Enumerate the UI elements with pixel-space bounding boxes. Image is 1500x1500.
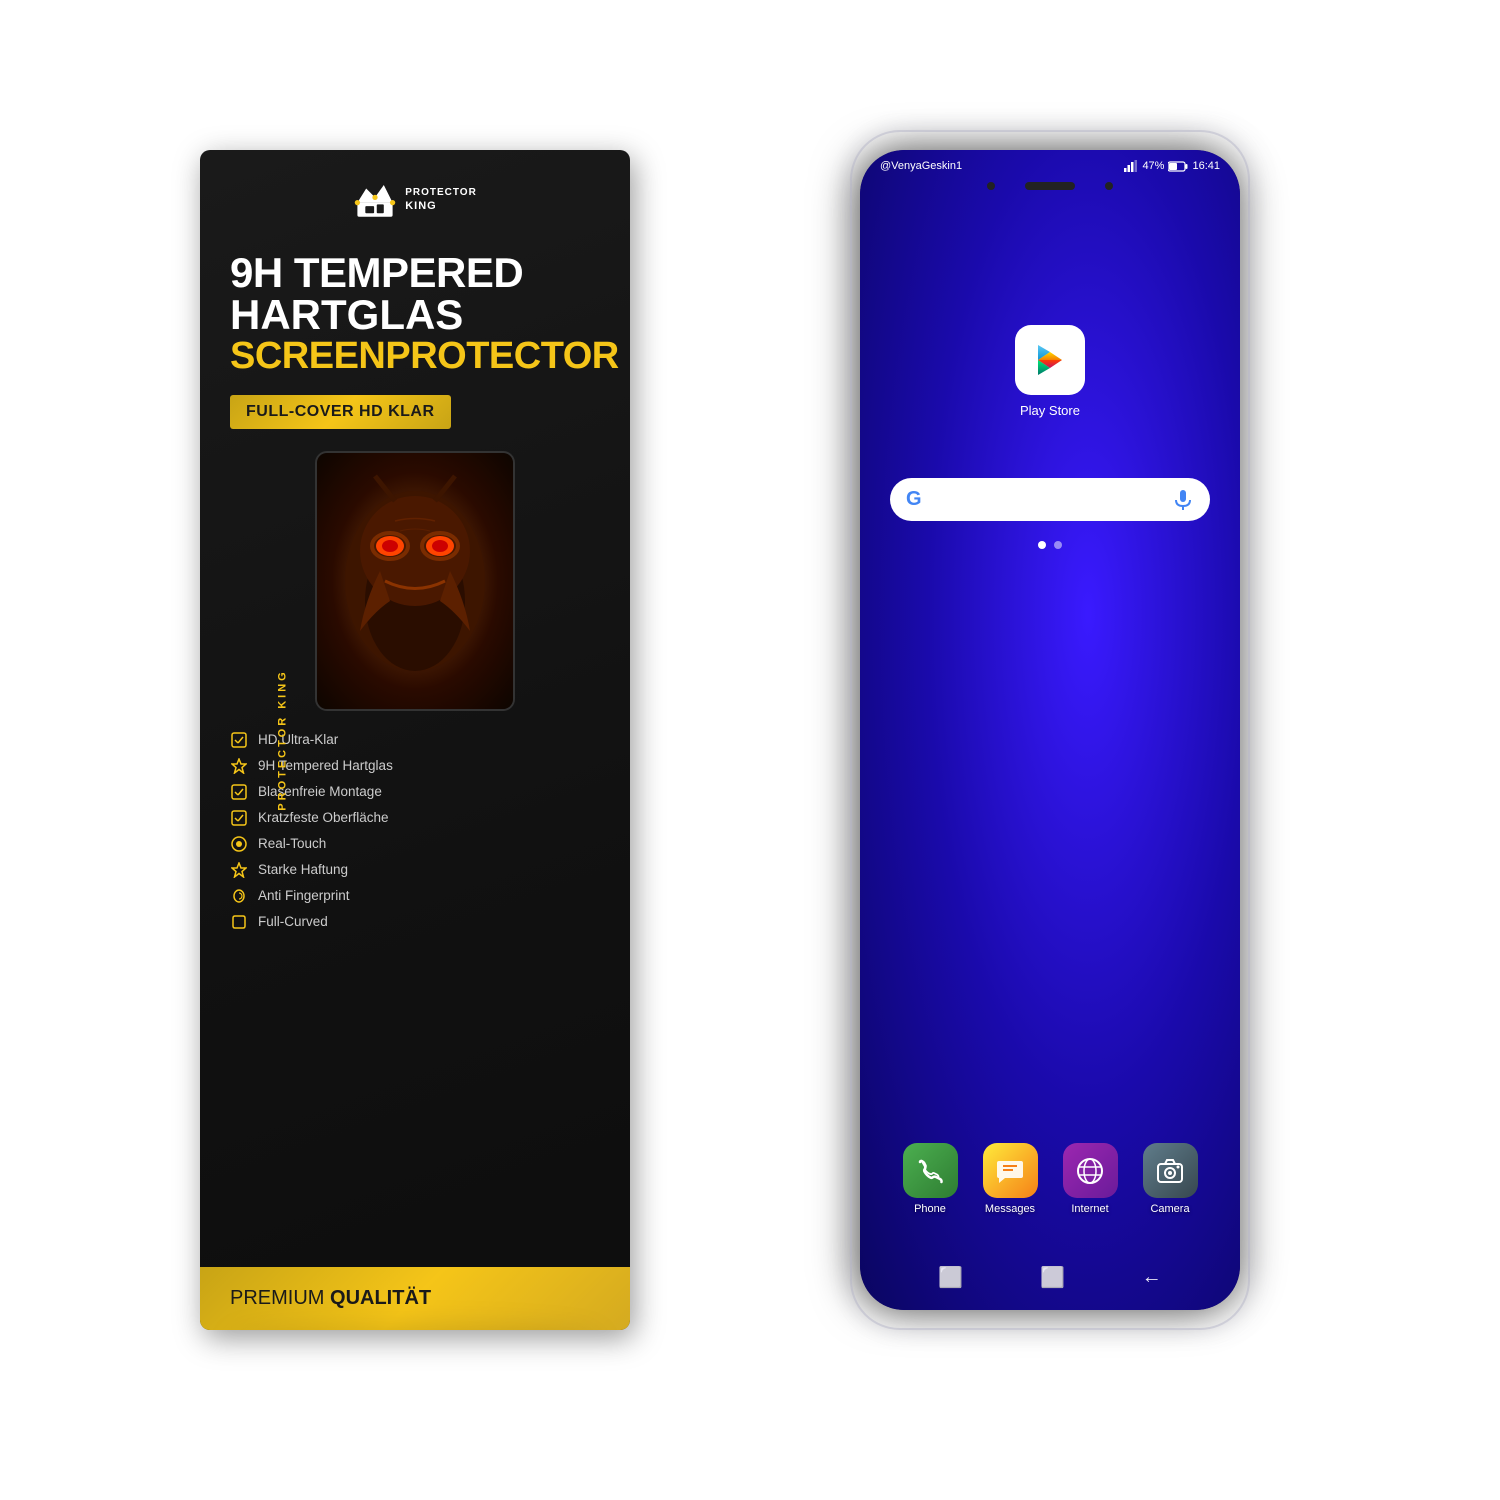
logo-king: KING [405, 199, 477, 213]
box-bottom-gold: PREMIUM QUALITÄT [200, 1267, 630, 1330]
product-image [315, 451, 515, 711]
logo-protector: PROTECTOR [405, 186, 477, 199]
feature-icon-3 [230, 783, 248, 801]
premium-label: PREMIUM QUALITÄT [230, 1287, 431, 1310]
feature-icon-1 [230, 731, 248, 749]
feature-icon-2 [230, 757, 248, 775]
premium-word: PREMIUM [230, 1287, 324, 1309]
hd-klar-badge: FULL-COVER HD KLAR [230, 395, 451, 429]
features-list: HD Ultra-Klar 9H Tempered Hartglas Blase… [200, 721, 630, 1267]
feature-icon-8 [230, 913, 248, 931]
feature-text-4: Kratzfeste Oberfläche [258, 810, 389, 825]
feature-full-curved: Full-Curved [230, 913, 600, 931]
screen-protector-glass [850, 130, 1250, 1330]
feature-icon-5 [230, 835, 248, 853]
qualitat-word: QUALITÄT [330, 1287, 431, 1309]
feature-starke-haftung: Starke Haftung [230, 861, 600, 879]
feature-real-touch: Real-Touch [230, 835, 600, 853]
product-scene: PROTECTOR KING PROTECTOR KING [200, 100, 1300, 1400]
feature-kratzfest: Kratzfeste Oberfläche [230, 809, 600, 827]
headline-line3: SCREENPROTECTOR [230, 336, 600, 378]
feature-text-5: Real-Touch [258, 836, 326, 851]
feature-text-6: Starke Haftung [258, 862, 348, 877]
box-top-area: PROTECTOR KING [200, 150, 630, 237]
headline-line2: HARTGLAS [230, 294, 600, 336]
feature-text-8: Full-Curved [258, 914, 328, 929]
logo-text: PROTECTOR KING [405, 186, 477, 213]
feature-text-7: Anti Fingerprint [258, 888, 350, 903]
creature-illustration [335, 471, 495, 691]
feature-icon-7 [230, 887, 248, 905]
product-box: PROTECTOR KING PROTECTOR KING [200, 150, 630, 1330]
phone-body: @VenyaGeskin1 47% [820, 130, 1280, 1350]
crown-icon [353, 178, 397, 222]
badge-text: FULL-COVER HD KLAR [246, 403, 435, 420]
creature-bg [317, 453, 513, 709]
feature-icon-6 [230, 861, 248, 879]
feature-anti-fingerprint: Anti Fingerprint [230, 887, 600, 905]
feature-text-1: HD Ultra-Klar [258, 732, 338, 747]
brand-logo: PROTECTOR KING [353, 178, 477, 222]
feature-icon-4 [230, 809, 248, 827]
headline-line1: 9H TEMPERED [230, 252, 600, 294]
box-headline: 9H TEMPERED HARTGLAS SCREENPROTECTOR [200, 237, 630, 383]
phone-device-container: @VenyaGeskin1 47% [820, 130, 1280, 1350]
box-side-text: PROTECTOR KING [277, 669, 289, 810]
